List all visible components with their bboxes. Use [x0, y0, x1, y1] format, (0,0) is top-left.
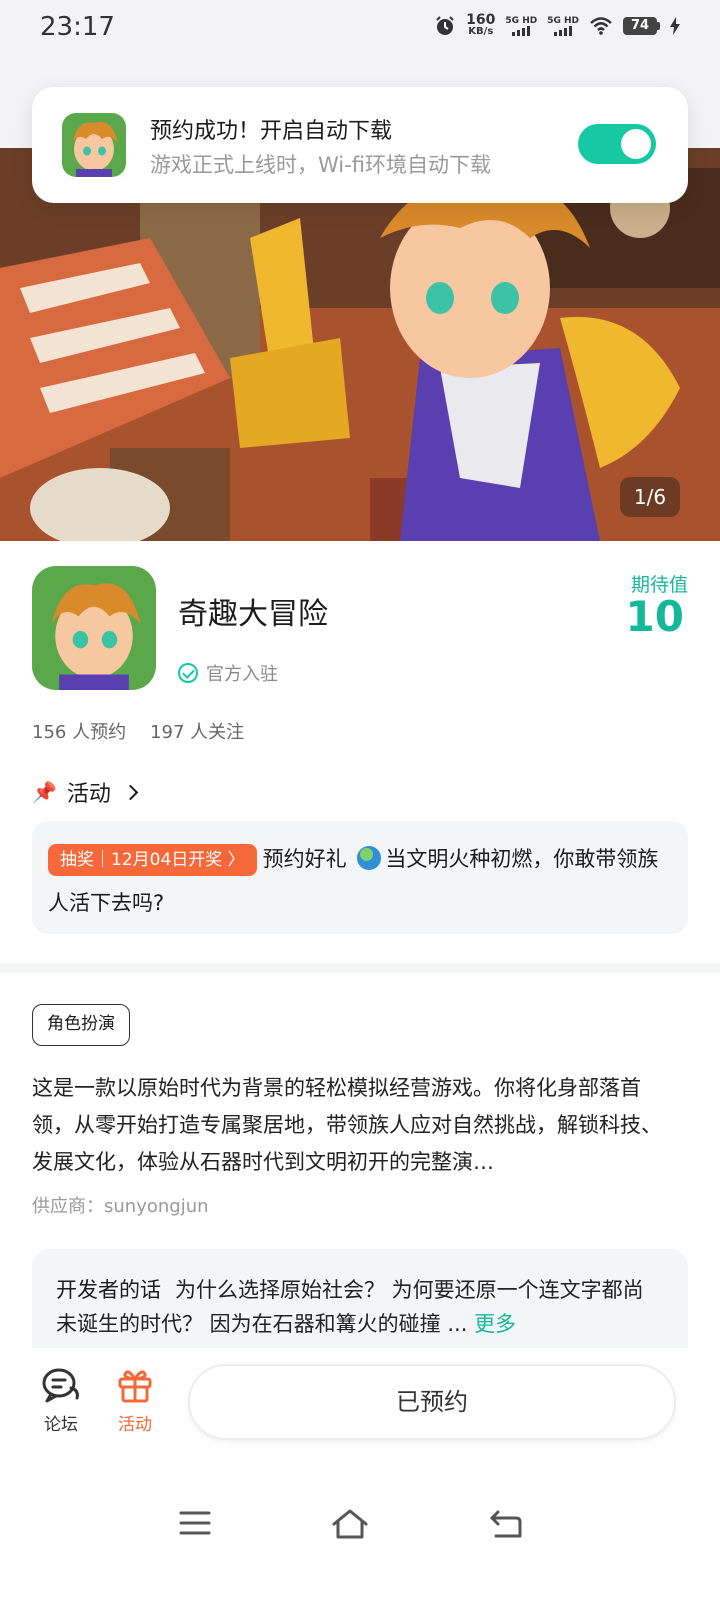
status-bar: 23:17 160 KB/s 5G HD 5G HD 74 — [0, 0, 720, 56]
developer-note-label: 开发者的话 — [56, 1278, 161, 1302]
reservation-count: 156 人预约 — [32, 722, 127, 743]
follower-count: 197 人关注 — [150, 722, 245, 743]
home-icon[interactable] — [330, 1508, 370, 1540]
reservation-toast: 预约成功！开启自动下载 游戏正式上线时，Wi-fi环境自动下载 — [32, 87, 688, 203]
gift-icon — [118, 1370, 152, 1403]
toast-game-icon — [62, 113, 126, 177]
status-time: 23:17 — [40, 12, 115, 42]
official-badge: 官方入驻 — [178, 660, 278, 686]
signal-sim1-icon: 5G HD — [505, 16, 537, 36]
toggle-knob — [621, 129, 651, 159]
nav-forum[interactable]: 论坛 — [26, 1366, 96, 1435]
genre-tag[interactable]: 角色扮演 — [32, 1004, 130, 1046]
alarm-icon — [436, 16, 454, 35]
chevron-right-icon — [122, 784, 139, 800]
bottom-action-bar: 论坛 活动 已预约 — [0, 1348, 720, 1462]
game-description[interactable]: 这是一款以原始时代为背景的轻松模拟经营游戏。你将化身部落首领，从零开始打造专属聚… — [32, 1070, 672, 1181]
reserved-button[interactable]: 已预约 — [188, 1364, 676, 1440]
status-icons: 160 KB/s 5G HD 5G HD 74 — [434, 12, 680, 38]
expectation-score: 10 — [625, 592, 684, 641]
system-nav-bar — [0, 1480, 720, 1580]
charging-icon — [670, 17, 680, 35]
image-pager: 1/6 — [620, 477, 680, 517]
wifi-icon — [590, 17, 612, 35]
nav-forum-label: 论坛 — [44, 1415, 78, 1435]
nav-activity-label: 活动 — [118, 1415, 152, 1435]
hero-illustration — [0, 148, 720, 541]
toast-title: 预约成功！开启自动下载 — [150, 119, 393, 144]
toast-subtitle: 游戏正式上线时，Wi-fi环境自动下载 — [150, 153, 491, 177]
battery-icon: 74 — [623, 17, 660, 35]
section-divider — [0, 963, 720, 973]
menu-icon[interactable] — [178, 1508, 212, 1538]
game-title: 奇趣大冒险 — [178, 597, 328, 632]
activity-heading: 活动 — [66, 782, 111, 807]
activity-card[interactable]: 抽奖｜12月04日开奖 〉预约好礼 当文明火种初燃，你敢带领族人活下去吗? — [32, 821, 688, 934]
forum-icon — [42, 1368, 79, 1403]
verified-check-icon — [178, 663, 198, 683]
more-link[interactable]: 更多 — [474, 1312, 516, 1336]
back-icon[interactable] — [488, 1508, 524, 1540]
signal-sim2-icon: 5G HD — [547, 16, 579, 36]
nav-activity[interactable]: 活动 — [100, 1366, 170, 1435]
globe-icon — [357, 846, 382, 870]
net-speed: 160 KB/s — [466, 12, 496, 37]
activity-text-lead: 预约好礼 — [262, 847, 354, 871]
lottery-tag[interactable]: 抽奖｜12月04日开奖 〉 — [48, 844, 257, 876]
game-stats: 156 人预约 197 人关注 — [32, 718, 244, 744]
hero-banner[interactable]: 1/6 — [0, 148, 720, 541]
supplier-info: 供应商：sunyongjun — [32, 1196, 209, 1217]
activity-section-header[interactable]: 📌 活动 — [32, 776, 139, 808]
developer-note-card[interactable]: 开发者的话 为什么选择原始社会？ 为何要还原一个连文字都尚未诞生的时代？ 因为在石… — [32, 1249, 688, 1349]
auto-download-toggle[interactable] — [578, 124, 656, 164]
pin-icon: 📌 — [32, 780, 57, 804]
game-icon — [32, 566, 156, 690]
